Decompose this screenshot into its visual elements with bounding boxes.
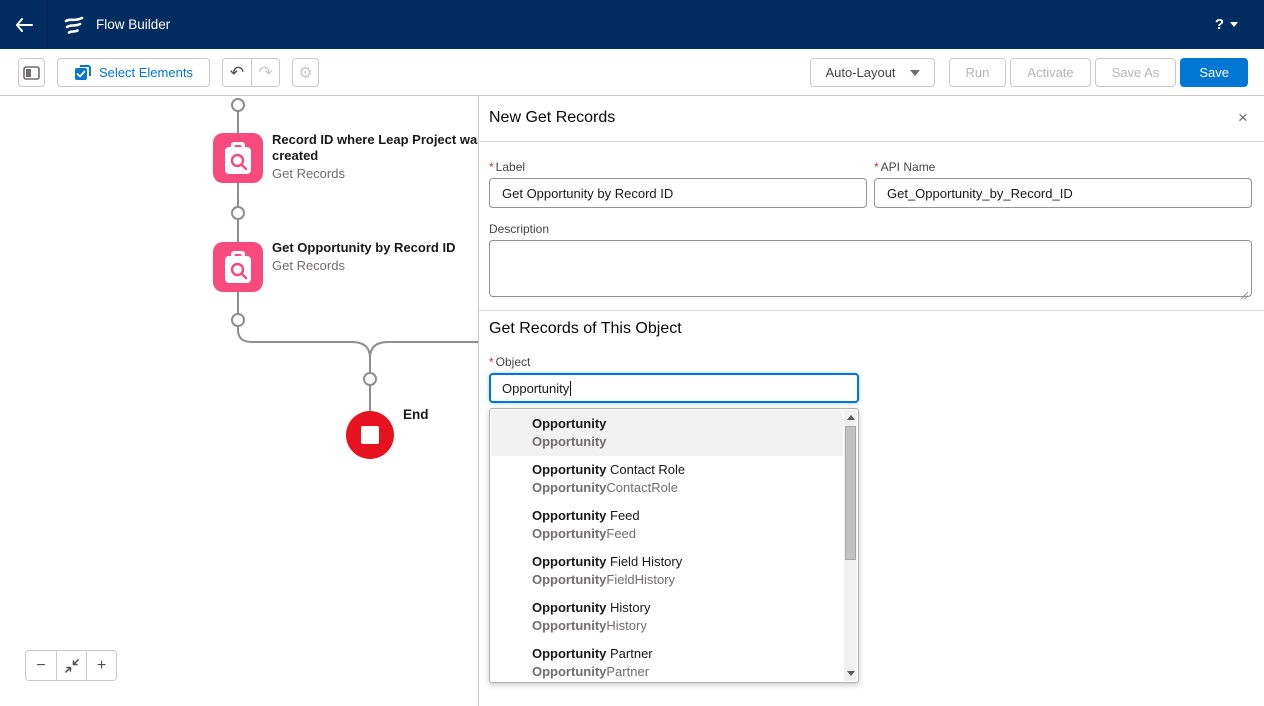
toggle-panel-button[interactable] <box>18 58 45 87</box>
help-icon[interactable]: ? <box>1215 16 1224 33</box>
required-asterisk: * <box>489 160 494 174</box>
label-field[interactable] <box>489 178 867 208</box>
layout-select-value: Auto-Layout <box>825 65 895 80</box>
app-header: Flow Builder ? <box>0 0 1264 49</box>
zoom-fit-icon <box>65 659 79 673</box>
node-title: Record ID where Leap Project was created <box>272 132 490 164</box>
redo-icon: ↷ <box>258 63 272 83</box>
required-asterisk: * <box>874 160 879 174</box>
object-field-label: *Object <box>489 355 859 369</box>
text-caret <box>570 381 571 396</box>
end-node-label: End <box>403 407 429 422</box>
close-icon[interactable]: × <box>1234 109 1252 127</box>
list-item-opportunity-partner[interactable]: Opportunity Partner OpportunityPartner <box>491 640 843 683</box>
back-button[interactable] <box>0 0 48 49</box>
select-elements-label: Select Elements <box>99 65 193 80</box>
zoom-controls: − + <box>25 650 117 681</box>
flow-canvas[interactable]: Record ID where Leap Project was created… <box>0 96 478 706</box>
object-dropdown-listbox: Opportunity Opportunity Opportunity Cont… <box>489 408 859 683</box>
label-field-label: *Label <box>489 160 867 174</box>
object-combobox-input[interactable]: Opportunity <box>489 373 859 403</box>
undo-redo-group: ↶ ↷ <box>222 58 280 87</box>
node-subtitle: Get Records <box>272 257 490 274</box>
undo-button[interactable]: ↶ <box>223 59 251 86</box>
get-records-node-1[interactable] <box>213 133 263 183</box>
gear-icon: ⚙ <box>298 63 312 83</box>
node-subtitle: Get Records <box>272 165 490 182</box>
list-item-opportunity-history[interactable]: Opportunity History OpportunityHistory <box>491 594 843 640</box>
chevron-down-icon <box>910 70 920 76</box>
select-elements-icon <box>74 64 91 81</box>
description-field[interactable] <box>489 240 1252 297</box>
save-button[interactable]: Save <box>1180 58 1248 87</box>
get-records-node-2[interactable] <box>213 242 263 292</box>
zoom-in-button[interactable]: + <box>86 651 116 680</box>
scrollbar-thumb[interactable] <box>845 426 856 560</box>
zoom-fit-button[interactable] <box>56 651 86 680</box>
list-item-opportunity-feed[interactable]: Opportunity Feed OpportunityFeed <box>491 502 843 548</box>
layout-select[interactable]: Auto-Layout <box>810 58 934 87</box>
save-as-button[interactable]: Save As <box>1095 58 1177 87</box>
scroll-up-icon[interactable] <box>844 411 857 424</box>
flow-builder-icon <box>62 13 86 37</box>
list-item-opportunity[interactable]: Opportunity Opportunity <box>491 410 843 456</box>
api-name-field-label: *API Name <box>874 160 1252 174</box>
object-input-value: Opportunity <box>502 381 569 396</box>
toolbar: Select Elements ↶ ↷ ⚙ Auto-Layout Run Ac… <box>0 49 1264 96</box>
flow-settings-button[interactable]: ⚙ <box>292 58 319 87</box>
dropdown-scrollbar[interactable] <box>844 410 857 681</box>
required-asterisk: * <box>489 355 494 369</box>
flow-connectors <box>0 96 478 706</box>
brand: Flow Builder <box>48 13 170 37</box>
back-arrow-icon <box>15 18 33 32</box>
header-help-menu[interactable]: ? <box>1215 16 1264 33</box>
panel-header: New Get Records × <box>479 96 1264 142</box>
scroll-down-icon[interactable] <box>844 667 857 680</box>
section-divider <box>479 310 1264 311</box>
get-records-icon <box>213 133 263 183</box>
panel-title: New Get Records <box>489 109 615 127</box>
zoom-out-button[interactable]: − <box>26 651 56 680</box>
chevron-down-icon <box>1230 22 1238 27</box>
undo-icon: ↶ <box>230 63 244 83</box>
page-title: Flow Builder <box>96 17 170 32</box>
description-field-label: Description <box>489 222 1252 236</box>
redo-button[interactable]: ↷ <box>251 59 279 86</box>
property-editor-panel: New Get Records × *Label *API Name Descr… <box>478 96 1264 706</box>
toggle-panel-icon <box>23 66 40 80</box>
list-item-opportunity-contact-role[interactable]: Opportunity Contact Role OpportunityCont… <box>491 456 843 502</box>
node-title: Get Opportunity by Record ID <box>272 240 490 256</box>
resize-grip-icon[interactable] <box>1240 291 1249 300</box>
activate-button[interactable]: Activate <box>1010 58 1090 87</box>
select-elements-button[interactable]: Select Elements <box>57 58 210 87</box>
node-1-labels: Record ID where Leap Project was created… <box>272 132 490 182</box>
section-title: Get Records of This Object <box>489 320 682 338</box>
end-node[interactable] <box>346 411 394 459</box>
node-2-labels: Get Opportunity by Record ID Get Records <box>272 240 490 274</box>
api-name-field[interactable] <box>874 178 1252 208</box>
get-records-icon <box>213 242 263 292</box>
list-item-opportunity-field-history[interactable]: Opportunity Field History OpportunityFie… <box>491 548 843 594</box>
run-button[interactable]: Run <box>949 58 1007 87</box>
